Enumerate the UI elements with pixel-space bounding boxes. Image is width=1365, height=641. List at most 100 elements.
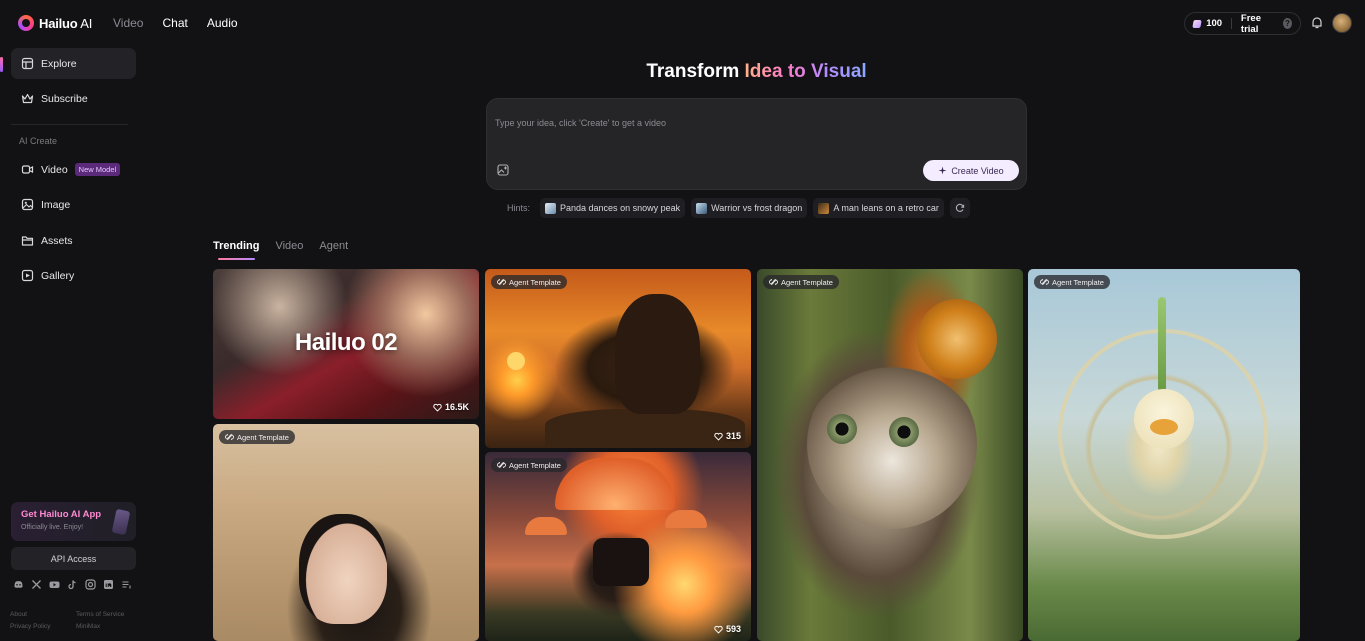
hint-text: A man leans on a retro car — [833, 203, 939, 213]
duck-beak-shape — [1150, 419, 1178, 435]
sidebar-item-subscribe[interactable]: Subscribe — [11, 83, 136, 114]
image-upload-icon[interactable] — [497, 164, 509, 176]
sidebar-divider — [11, 124, 128, 125]
agent-template-label: Agent Template — [509, 460, 561, 470]
heart-icon — [714, 432, 723, 441]
social-links — [13, 579, 132, 590]
hint-chip[interactable]: Warrior vs frost dragon — [691, 198, 808, 218]
gallery-card-baboon-sunset[interactable]: Agent Template 315 — [485, 269, 751, 448]
agent-template-badge: Agent Template — [763, 275, 839, 289]
menu-list-icon[interactable] — [121, 579, 132, 590]
gallery-card-girl-portrait[interactable]: Agent Template — [213, 424, 479, 641]
instagram-icon[interactable] — [85, 579, 96, 590]
crown-icon — [21, 92, 34, 105]
gallery-card-ferris-wheel[interactable]: Agent Template — [1028, 269, 1300, 641]
linkedin-icon[interactable] — [103, 579, 114, 590]
nav-audio[interactable]: Audio — [207, 16, 238, 30]
prompt-input[interactable] — [495, 108, 1015, 138]
brand-suffix: AI — [77, 15, 93, 31]
agent-template-badge: Agent Template — [491, 275, 567, 289]
like-count-value: 16.5K — [444, 402, 469, 412]
sun-shape — [507, 352, 525, 370]
logo-icon — [18, 15, 34, 31]
agent-template-label: Agent Template — [509, 277, 561, 287]
promo-title: Get Hailuo AI App — [21, 509, 102, 520]
sidebar-item-gallery[interactable]: Gallery — [11, 260, 136, 291]
nav-chat[interactable]: Chat — [162, 16, 187, 30]
agent-template-badge: Agent Template — [219, 430, 295, 444]
top-bar: Hailuo AI Video Chat Audio 100 Free tria… — [0, 0, 1365, 46]
free-trial-button[interactable]: Free trial — [1241, 13, 1274, 35]
tab-trending[interactable]: Trending — [213, 240, 259, 260]
youtube-icon[interactable] — [49, 579, 60, 590]
onion-stem-shape — [1158, 297, 1166, 392]
prompt-box: Create Video — [486, 98, 1027, 190]
gallery-card-hailuo-02[interactable]: Hailuo 02 16.5K — [213, 269, 479, 419]
gallery-card-cat-tiger[interactable]: Agent Template — [757, 269, 1023, 641]
title-plain: Transform — [646, 61, 745, 82]
footer-link-about[interactable]: About — [10, 611, 76, 618]
like-count[interactable]: 315 — [714, 431, 741, 441]
hint-thumbnail — [818, 202, 830, 214]
app-promo-banner[interactable]: Get Hailuo AI App Officially live. Enjoy… — [11, 502, 136, 541]
like-count[interactable]: 593 — [714, 624, 741, 634]
section-label-ai-create: AI Create — [19, 136, 58, 146]
top-nav: Video Chat Audio — [113, 16, 238, 30]
divider — [1231, 18, 1232, 29]
api-access-button[interactable]: API Access — [11, 547, 136, 570]
infinity-icon — [1040, 279, 1049, 285]
agent-template-badge: Agent Template — [1034, 275, 1110, 289]
footer-link-privacy[interactable]: Privacy Policy — [10, 623, 76, 630]
brand-name: Hailuo — [39, 15, 78, 31]
sidebar-item-video[interactable]: Video New Model — [11, 154, 136, 185]
title-gradient: Idea to Visual — [744, 61, 867, 82]
handbag-shape — [593, 538, 649, 586]
baboon-shape — [615, 294, 700, 414]
discord-icon[interactable] — [13, 579, 24, 590]
new-model-badge: New Model — [74, 163, 121, 176]
tab-agent[interactable]: Agent — [319, 240, 348, 260]
refresh-icon — [955, 203, 965, 212]
sidebar-item-label: Video — [41, 163, 68, 176]
infinity-icon — [225, 434, 234, 440]
agent-template-label: Agent Template — [781, 277, 833, 287]
like-count-value: 315 — [725, 431, 741, 441]
create-video-label: Create Video — [951, 165, 1004, 176]
hint-text: Panda dances on snowy peak — [560, 203, 681, 213]
sidebar-item-label: Image — [41, 198, 71, 211]
notification-icon[interactable] — [1310, 16, 1324, 30]
x-twitter-icon[interactable] — [31, 579, 42, 590]
rock-ledge-shape — [545, 409, 745, 448]
sidebar-item-label: Gallery — [41, 269, 75, 282]
parachute-shape — [555, 458, 675, 510]
cat-eye-shape — [889, 417, 919, 447]
footer-link-minimax[interactable]: MiniMax — [76, 623, 136, 630]
brand-logo[interactable]: Hailuo AI — [18, 15, 92, 31]
tab-video[interactable]: Video — [275, 240, 303, 260]
sidebar-item-assets[interactable]: Assets — [11, 225, 136, 256]
hint-chip[interactable]: A man leans on a retro car — [813, 198, 944, 218]
footer-link-terms[interactable]: Terms of Service — [76, 611, 136, 618]
refresh-hints-button[interactable] — [949, 198, 970, 218]
nav-video[interactable]: Video — [113, 16, 143, 30]
page-title: Transform Idea to Visual — [0, 61, 1365, 83]
hint-text: Warrior vs frost dragon — [711, 203, 803, 213]
sidebar-item-image[interactable]: Image — [11, 189, 136, 220]
hints-row: Hints: Panda dances on snowy peak Warrio… — [507, 198, 970, 218]
hint-chip[interactable]: Panda dances on snowy peak — [540, 198, 686, 218]
sidebar-item-label: Subscribe — [41, 92, 88, 105]
hint-thumbnail — [545, 202, 557, 214]
sidebar: Explore Subscribe AI Create Video New Mo… — [0, 46, 148, 641]
help-icon[interactable]: ? — [1282, 18, 1292, 29]
like-count-value: 593 — [725, 624, 741, 634]
gallery-card-parachute-bag[interactable]: Agent Template 593 — [485, 452, 751, 641]
heart-icon — [433, 403, 442, 412]
parachute-shape — [665, 510, 707, 528]
cat-eye-shape — [827, 414, 857, 444]
like-count[interactable]: 16.5K — [433, 402, 469, 412]
user-avatar[interactable] — [1332, 13, 1352, 33]
tiktok-icon[interactable] — [67, 579, 78, 590]
create-video-button[interactable]: Create Video — [923, 160, 1019, 181]
folder-icon — [21, 234, 34, 247]
credits-pill[interactable]: 100 Free trial ? — [1184, 12, 1301, 35]
